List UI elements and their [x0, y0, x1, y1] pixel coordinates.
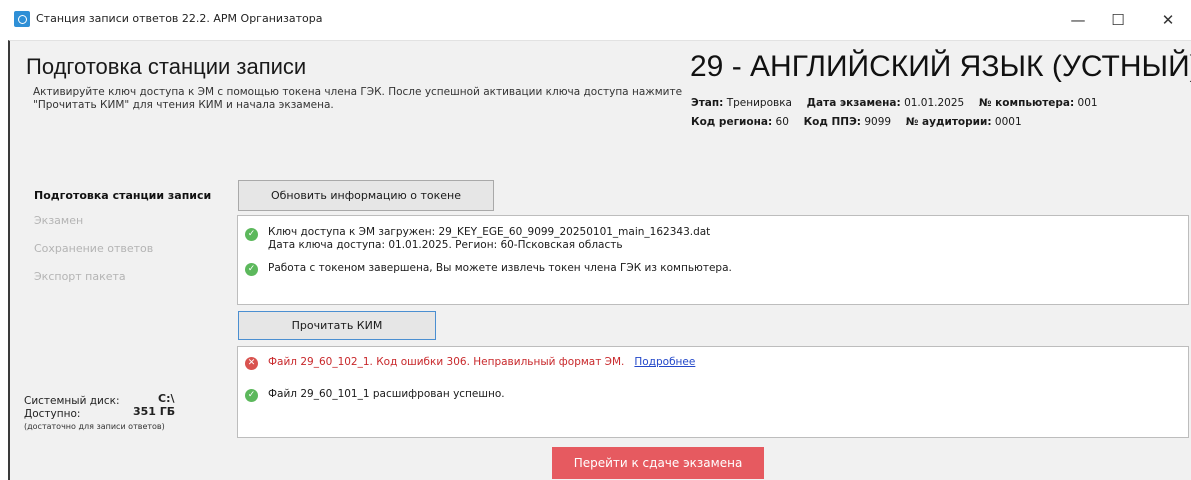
- room-value: 0001: [994, 116, 1022, 128]
- go-to-exam-button[interactable]: Перейти к сдаче экзамена: [552, 447, 764, 479]
- details-link[interactable]: Подробнее: [634, 356, 695, 368]
- kim-message-2: Файл 29_60_101_1 расшифрован успешно.: [268, 388, 505, 400]
- stage-value: Тренировка: [726, 97, 792, 109]
- available-space-label: Доступно:: [24, 408, 81, 420]
- room-label: № аудитории:: [905, 116, 992, 128]
- ppe-label: Код ППЭ:: [803, 116, 861, 128]
- error-circle-icon: ✕: [245, 357, 258, 370]
- sidebar-item-preparation[interactable]: Подготовка станции записи: [34, 189, 211, 202]
- computer-label: № компьютера:: [978, 97, 1075, 109]
- available-space-value: 351 ГБ: [133, 405, 176, 418]
- region-value: 60: [775, 116, 789, 128]
- kim-error-text: Файл 29_60_102_1. Код ошибки 306. Неправ…: [268, 356, 625, 368]
- token-message-2: Работа с токеном завершена, Вы можете из…: [268, 262, 732, 274]
- check-circle-icon: ✓: [245, 263, 258, 276]
- exam-meta-row-1: Этап: Тренировка Дата экзамена: 01.01.20…: [691, 97, 1098, 109]
- token-message-1-line-2: Дата ключа доступа: 01.01.2025. Регион: …: [268, 239, 623, 251]
- read-kim-button[interactable]: Прочитать КИМ: [238, 311, 436, 340]
- token-message-1-line-1: Ключ доступа к ЭМ загружен: 29_KEY_EGE_6…: [268, 226, 711, 238]
- date-label: Дата экзамена:: [806, 97, 901, 109]
- sidebar-item-export-package: Экспорт пакета: [34, 270, 126, 283]
- exam-meta-row-2: Код региона: 60 Код ППЭ: 9099 № аудитори…: [691, 116, 1022, 128]
- computer-value: 001: [1077, 97, 1098, 109]
- check-circle-icon: ✓: [245, 389, 258, 402]
- page-title: Подготовка станции записи: [26, 54, 307, 79]
- ppe-value: 9099: [864, 116, 892, 128]
- stage-label: Этап:: [691, 97, 724, 109]
- disk-space-note: (достаточно для записи ответов): [24, 422, 165, 431]
- sidebar-item-save-answers: Сохранение ответов: [34, 242, 154, 255]
- exam-title: 29 - АНГЛИЙСКИЙ ЯЗЫК (УСТНЫЙ): [690, 50, 1191, 83]
- window-title: Станция записи ответов 22.2. АРМ Организ…: [36, 12, 323, 25]
- system-disk-label: Системный диск:: [24, 395, 120, 407]
- date-value: 01.01.2025: [904, 97, 965, 109]
- refresh-token-button[interactable]: Обновить информацию о токене: [238, 180, 494, 211]
- system-disk-value: C:\: [158, 392, 175, 405]
- check-circle-icon: ✓: [245, 228, 258, 241]
- sidebar-item-exam: Экзамен: [34, 214, 84, 227]
- maximize-button[interactable]: ☐: [1098, 8, 1138, 32]
- region-label: Код региона:: [691, 116, 773, 128]
- close-button[interactable]: ✕: [1148, 8, 1188, 32]
- app-icon: [14, 11, 30, 27]
- kim-message-1: Файл 29_60_102_1. Код ошибки 306. Неправ…: [268, 356, 695, 369]
- minimize-button[interactable]: —: [1058, 8, 1098, 32]
- page-description: Активируйте ключ доступа к ЭМ с помощью …: [33, 86, 683, 111]
